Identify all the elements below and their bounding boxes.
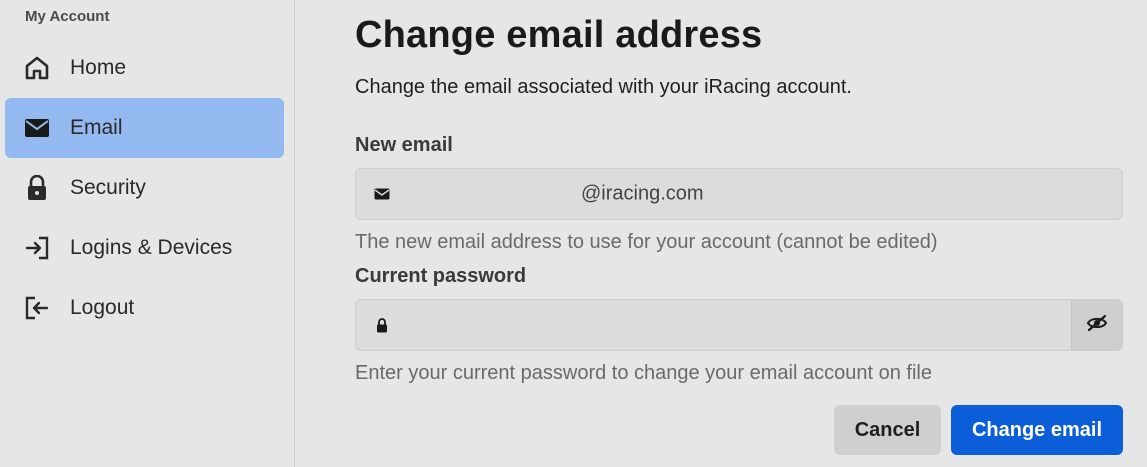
sidebar-item-label: Security <box>70 176 146 199</box>
new-email-field[interactable]: @iracing.com <box>355 168 1123 220</box>
change-email-button[interactable]: Change email <box>951 405 1123 455</box>
page-title: Change email address <box>355 14 763 56</box>
new-email-help: The new email address to use for your ac… <box>355 231 938 253</box>
sidebar-item-label: Home <box>70 56 127 79</box>
sidebar-item-logout[interactable]: Logout <box>5 278 284 338</box>
cancel-button[interactable]: Cancel <box>834 405 941 455</box>
eye-slash-icon <box>1086 314 1108 337</box>
sidebar-heading: My Account <box>25 8 110 25</box>
login-icon <box>23 234 51 262</box>
current-password-field[interactable] <box>355 299 1123 351</box>
sidebar-item-logins-devices[interactable]: Logins & Devices <box>5 218 284 278</box>
lock-icon <box>23 174 51 202</box>
sidebar-item-security[interactable]: Security <box>5 158 284 218</box>
envelope-icon <box>374 186 390 202</box>
sidebar-item-label: Logout <box>70 296 135 319</box>
new-email-value: @iracing.com <box>581 182 704 205</box>
current-password-label: Current password <box>355 265 527 287</box>
current-password-help: Enter your current password to change yo… <box>355 362 932 384</box>
show-password-toggle[interactable] <box>1071 300 1122 350</box>
lock-icon <box>374 317 390 333</box>
sidebar: My Account Home Email Security Logins & … <box>0 0 295 467</box>
sidebar-item-email[interactable]: Email <box>5 98 284 158</box>
logout-icon <box>23 294 51 322</box>
home-icon <box>23 54 51 82</box>
envelope-icon <box>23 114 51 142</box>
sidebar-item-label: Logins & Devices <box>70 236 233 259</box>
sidebar-item-label: Email <box>70 116 123 139</box>
new-email-label: New email <box>355 134 453 156</box>
page-description: Change the email associated with your iR… <box>355 76 852 98</box>
sidebar-item-home[interactable]: Home <box>5 38 284 98</box>
current-password-input[interactable] <box>400 300 1070 350</box>
